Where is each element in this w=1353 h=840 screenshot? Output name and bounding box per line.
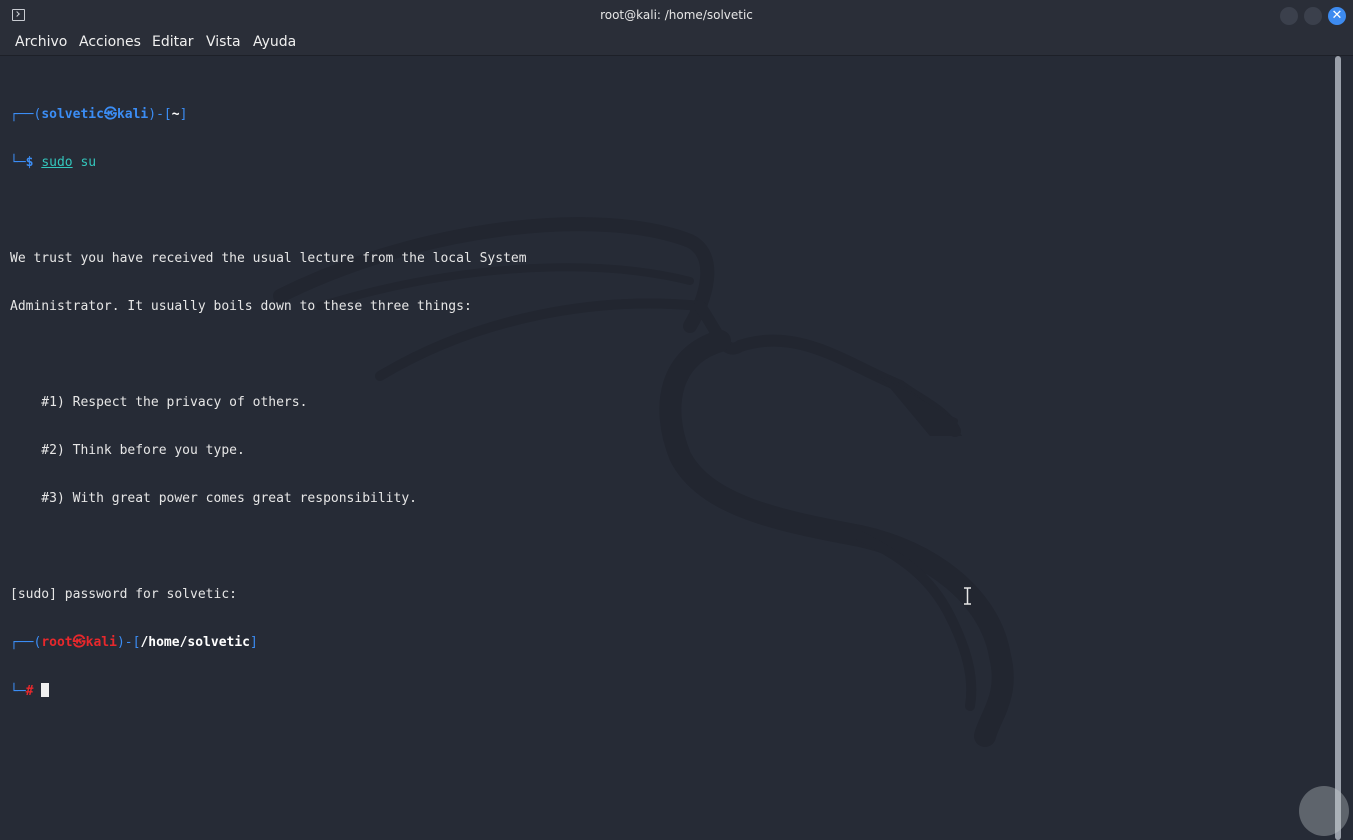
terminal-lines: ┌──(solvetic㉿kali)-[~] └─$ sudo su We tr…	[10, 75, 527, 731]
terminal-output[interactable]: ┌──(solvetic㉿kali)-[~] └─$ sudo su We tr…	[0, 56, 1334, 840]
root-path: /home/solvetic	[140, 635, 251, 650]
scrollbar-thumb[interactable]	[1335, 56, 1341, 840]
command-argument: su	[80, 155, 97, 170]
command-line: └─$ sudo su	[10, 155, 97, 170]
close-button[interactable]: ✕	[1328, 7, 1346, 25]
lecture-line-2: Administrator. It usually boils down to …	[10, 299, 472, 314]
root-username: root	[41, 635, 73, 650]
window-title: root@kali: /home/solvetic	[600, 8, 753, 22]
prompt-host: kali	[116, 107, 149, 122]
lecture-line-1: We trust you have received the usual lec…	[10, 251, 527, 266]
close-icon: ✕	[1331, 8, 1343, 23]
maximize-button[interactable]	[1304, 7, 1322, 25]
lecture-rule-3: #3) With great power comes great respons…	[10, 491, 417, 506]
prompt-username: solvetic	[41, 107, 104, 122]
prompt-line-user: ┌──(solvetic㉿kali)-[~]	[10, 107, 188, 122]
menu-archivo[interactable]: Archivo	[15, 34, 67, 50]
lecture-rule-2: #2) Think before you type.	[10, 443, 245, 458]
prompt-symbol: $	[25, 155, 34, 170]
root-command-line: └─#	[10, 683, 527, 699]
minimize-button[interactable]	[1280, 7, 1298, 25]
command-name: sudo	[41, 155, 73, 170]
text-cursor[interactable]	[41, 683, 50, 697]
prompt-line-root: ┌──(root㉿kali)-[/home/solvetic]	[10, 635, 258, 650]
terminal-window: root@kali: /home/solvetic ✕ Archivo Acci…	[0, 0, 1353, 840]
title-bar[interactable]: root@kali: /home/solvetic ✕	[0, 0, 1353, 31]
password-prompt: [sudo] password for solvetic:	[10, 587, 237, 602]
lecture-rule-1: #1) Respect the privacy of others.	[10, 395, 308, 410]
root-host: kali	[85, 635, 117, 650]
menu-ayuda[interactable]: Ayuda	[253, 34, 296, 50]
text-cursor-icon	[964, 587, 971, 605]
menu-bar: Archivo Acciones Editar Vista Ayuda	[0, 31, 1353, 56]
root-prompt-symbol: #	[25, 684, 34, 699]
menu-acciones[interactable]: Acciones	[79, 34, 141, 50]
menu-vista[interactable]: Vista	[206, 34, 241, 50]
site-watermark-icon	[1299, 786, 1349, 836]
menu-editar[interactable]: Editar	[152, 34, 193, 50]
vertical-scrollbar[interactable]	[1334, 56, 1353, 840]
prompt-path: ~	[171, 107, 180, 122]
